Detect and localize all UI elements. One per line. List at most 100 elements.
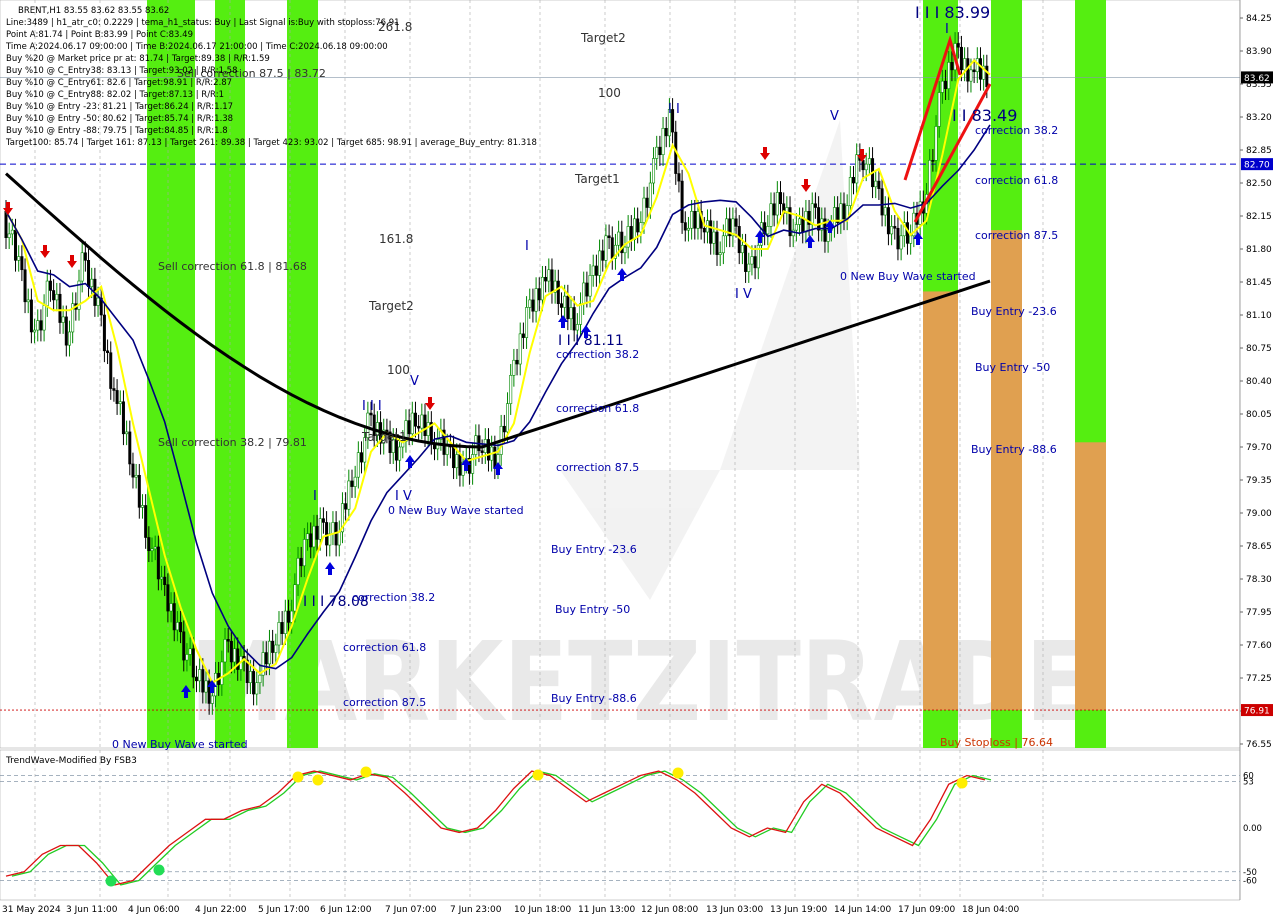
candle-body (452, 446, 456, 469)
chart-annotation: Buy Entry -88.6 (971, 443, 1057, 456)
candle-body (775, 192, 779, 216)
candle-body (525, 307, 529, 338)
candle-body (521, 333, 525, 338)
chart-annotation: Buy Entry -88.6 (551, 692, 637, 705)
x-tick-label: 14 Jun 14:00 (834, 905, 891, 915)
candle-body (617, 231, 621, 246)
candle-body (267, 640, 271, 665)
candle-body (287, 610, 291, 623)
y-tick-label: 76.55 (1246, 740, 1272, 750)
candle-body (293, 584, 297, 612)
osc-peak-dot (672, 767, 684, 779)
chart-annotation: 0 New Buy Wave started (840, 270, 976, 283)
candle-body (194, 676, 198, 682)
candle-body (325, 522, 329, 546)
chart-annotation: 161.8 (379, 232, 413, 246)
y-tick-label: 81.80 (1246, 245, 1272, 255)
candle-body (64, 316, 68, 346)
candle-body (559, 303, 563, 308)
y-tick-label: 83.20 (1246, 113, 1272, 123)
chart-annotation: I I I 83.99 (915, 3, 990, 22)
y-tick-label: 82.50 (1246, 179, 1272, 189)
candle-body (585, 282, 589, 297)
x-tick-label: 4 Jun 06:00 (128, 905, 180, 915)
candle-body (179, 622, 183, 633)
info-line: Buy %10 @ C_Entry38: 83.13 | Target:93.0… (6, 66, 238, 76)
x-tick-label: 11 Jun 13:00 (578, 905, 635, 915)
candle-body (52, 290, 56, 301)
chart-annotation: correction 38.2 (975, 124, 1058, 137)
y-tick-label: 81.10 (1246, 311, 1272, 321)
candle-body (686, 227, 690, 231)
candle-body (277, 622, 281, 646)
candle-body (588, 275, 592, 297)
osc-peak-dot (312, 774, 324, 786)
green-zone (287, 0, 318, 748)
candle-body (959, 46, 963, 71)
candle-body (271, 640, 275, 653)
candle-body (794, 224, 798, 231)
candle-body (677, 173, 681, 182)
candle-body (283, 610, 287, 634)
candle-body (572, 307, 576, 331)
chart-annotation: correction 87.5 (556, 461, 639, 474)
candle-body (893, 226, 897, 229)
candle-body (928, 160, 932, 195)
x-tick-label: 13 Jun 03:00 (706, 905, 763, 915)
candle-body (804, 210, 808, 233)
candle-body (29, 299, 33, 333)
candle-body (712, 231, 716, 244)
candle-body (515, 359, 519, 365)
candle-body (972, 69, 976, 73)
symbol-line: BRENT,H1 83.55 83.62 83.55 83.62 (18, 6, 169, 16)
candle-body (874, 180, 878, 188)
candle-body (33, 329, 37, 333)
candle-body (518, 333, 522, 365)
candle-body (229, 640, 233, 663)
candle-body (702, 227, 706, 233)
osc-trough-dot (105, 875, 117, 887)
candle-body (474, 435, 478, 455)
chart-annotation: Buy Stoploss | 76.64 (940, 736, 1053, 749)
x-tick-label: 12 Jun 08:00 (641, 905, 698, 915)
info-line: Line:3489 | h1_atr_c0: 0.2229 | tema_h1_… (6, 18, 400, 28)
candle-body (550, 269, 554, 293)
chart-annotation: correction 87.5 (343, 696, 426, 709)
osc-trough-dot (153, 864, 165, 876)
candle-body (493, 446, 497, 469)
candle-body (880, 188, 884, 216)
candle-body (61, 316, 65, 323)
x-tick-label: 18 Jun 04:00 (962, 905, 1019, 915)
candle-body (55, 293, 59, 301)
candle-body (20, 256, 24, 271)
candle-body (201, 669, 205, 693)
candle-body (356, 452, 360, 478)
chart-annotation: I I I 81.11 (558, 333, 624, 349)
candle-body (331, 522, 335, 535)
chart-annotation: I V (395, 489, 412, 504)
y-tick-label: 77.95 (1246, 608, 1272, 618)
candle-body (398, 446, 402, 461)
candle-body (623, 246, 627, 254)
y-tick-label: 81.45 (1246, 278, 1272, 288)
price-chart[interactable]: MARKETZITRADE I I I 83.99I I 83.49I I I … (0, 0, 1280, 920)
candle-body (264, 652, 268, 665)
info-line: Buy %10 @ Entry -50: 80.62 | Target:85.7… (6, 114, 233, 124)
x-tick-label: 7 Jun 23:00 (450, 905, 502, 915)
candle-body (144, 505, 148, 538)
candle-body (426, 422, 430, 436)
candle-body (766, 226, 770, 235)
price-marker-label: 83.62 (1244, 74, 1270, 84)
candle-body (813, 203, 817, 208)
candle-body (258, 674, 262, 684)
candle-body (798, 218, 802, 225)
candle-body (648, 182, 652, 208)
candle-body (556, 280, 560, 304)
candle-body (280, 622, 284, 634)
candle-body (315, 525, 319, 540)
candle-body (509, 375, 513, 404)
candle-body (582, 282, 586, 304)
candle-body (344, 503, 348, 510)
candle-body (7, 233, 11, 238)
candle-body (455, 454, 459, 469)
